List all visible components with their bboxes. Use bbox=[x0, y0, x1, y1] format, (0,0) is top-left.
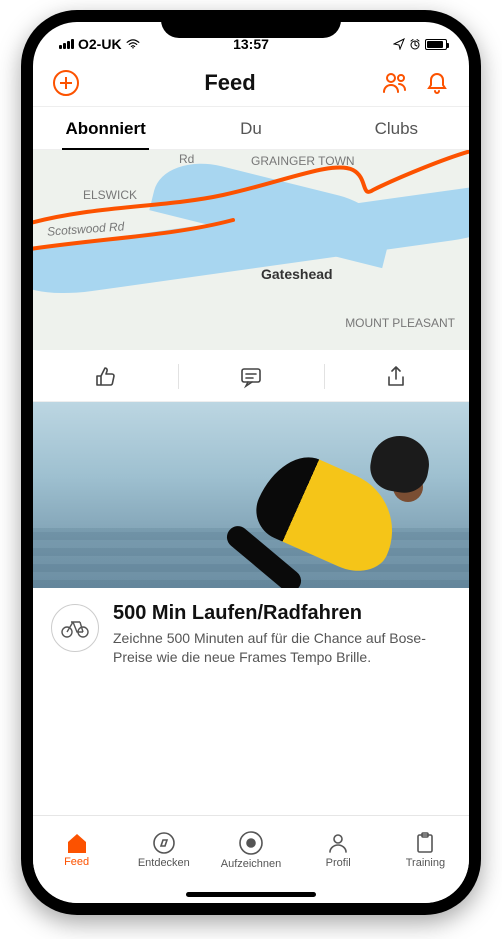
nav-discover[interactable]: Entdecken bbox=[120, 816, 207, 883]
screen: O2-UK 13:57 Feed bbox=[33, 22, 469, 903]
promo-title: 500 Min Laufen/Radfahren bbox=[113, 602, 451, 625]
share-icon bbox=[385, 365, 407, 389]
compass-icon bbox=[152, 831, 176, 855]
comment-button[interactable] bbox=[178, 352, 323, 401]
tab-you[interactable]: Du bbox=[178, 107, 323, 149]
promo-card[interactable]: 500 Min Laufen/Radfahren Zeichne 500 Min… bbox=[33, 588, 469, 685]
promo-image[interactable] bbox=[33, 402, 469, 588]
activity-actions bbox=[33, 352, 469, 402]
map-label-elswick: ELSWICK bbox=[83, 188, 137, 202]
map-label-grainger: GRAINGER TOWN bbox=[251, 154, 355, 168]
add-button[interactable] bbox=[53, 70, 79, 96]
phone-frame: O2-UK 13:57 Feed bbox=[21, 10, 481, 915]
map-label-gateshead: Gateshead bbox=[261, 266, 333, 282]
wifi-icon bbox=[126, 39, 140, 49]
bottom-nav: Feed Entdecken Aufzeichnen Profil Traini… bbox=[33, 815, 469, 903]
page-title: Feed bbox=[204, 70, 255, 96]
app-header: Feed bbox=[33, 66, 469, 107]
activity-map[interactable]: ELSWICK Scotswood Rd GRAINGER TOWN Rd Ga… bbox=[33, 150, 469, 350]
share-button[interactable] bbox=[324, 352, 469, 401]
tab-subscribed[interactable]: Abonniert bbox=[33, 107, 178, 149]
promo-body-text: Zeichne 500 Minuten auf für die Chance a… bbox=[113, 629, 451, 667]
nav-training-label: Training bbox=[406, 857, 445, 869]
nav-profile[interactable]: Profil bbox=[295, 816, 382, 883]
carrier-label: O2-UK bbox=[78, 36, 122, 52]
nav-record-label: Aufzeichnen bbox=[221, 858, 282, 870]
location-icon bbox=[393, 38, 405, 50]
home-icon bbox=[65, 832, 89, 854]
alarm-icon bbox=[409, 38, 421, 50]
map-label-rd: Rd bbox=[179, 152, 194, 166]
home-indicator bbox=[186, 892, 316, 897]
kudos-button[interactable] bbox=[33, 352, 178, 401]
notifications-button[interactable] bbox=[425, 71, 449, 95]
nav-profile-label: Profil bbox=[326, 857, 351, 869]
record-icon bbox=[238, 830, 264, 856]
battery-icon bbox=[425, 39, 447, 50]
nav-discover-label: Entdecken bbox=[138, 857, 190, 869]
map-label-mount: MOUNT PLEASANT bbox=[345, 316, 455, 330]
feed-tabs: Abonniert Du Clubs bbox=[33, 107, 469, 150]
profile-icon bbox=[326, 831, 350, 855]
comment-icon bbox=[239, 365, 263, 389]
signal-icon bbox=[59, 39, 74, 49]
clipboard-icon bbox=[413, 831, 437, 855]
nav-feed[interactable]: Feed bbox=[33, 816, 120, 883]
nav-training[interactable]: Training bbox=[382, 816, 469, 883]
tab-clubs[interactable]: Clubs bbox=[324, 107, 469, 149]
notch bbox=[161, 10, 341, 38]
cyclist-illustration bbox=[219, 428, 439, 588]
clock-label: 13:57 bbox=[233, 36, 269, 52]
nav-feed-label: Feed bbox=[64, 856, 89, 868]
friends-button[interactable] bbox=[381, 71, 409, 95]
bicycle-icon bbox=[51, 604, 99, 652]
nav-record[interactable]: Aufzeichnen bbox=[207, 816, 294, 883]
thumbs-up-icon bbox=[94, 365, 118, 389]
